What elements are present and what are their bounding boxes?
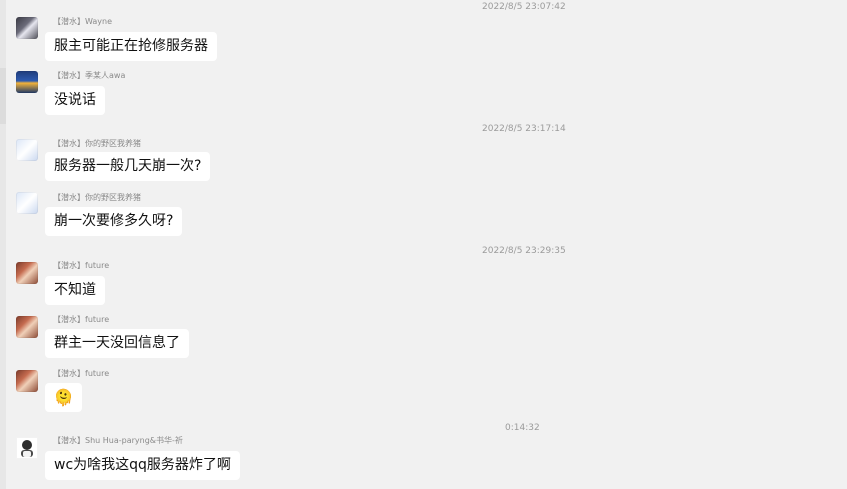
avatar[interactable] [16, 192, 38, 214]
message-bubble[interactable]: 群主一天没回信息了 [45, 329, 189, 358]
timestamp: 2022/8/5 23:07:42 [482, 2, 566, 12]
face-emoji-icon: 🫠 [53, 387, 74, 407]
message-bubble[interactable]: 服务器一般几天崩一次? [45, 152, 211, 181]
avatar[interactable] [16, 262, 38, 284]
message-bubble[interactable]: 没说话 [45, 86, 105, 115]
avatar[interactable] [16, 71, 38, 93]
message-bubble[interactable]: 不知道 [45, 276, 105, 305]
sender-name[interactable]: 【潜水】future [53, 314, 109, 325]
avatar[interactable] [16, 316, 38, 338]
timestamp: 2022/8/5 23:29:35 [482, 246, 566, 256]
sender-name[interactable]: 【潜水】季某人awa [53, 70, 125, 81]
sender-name[interactable]: 【潜水】Wayne [53, 16, 112, 27]
message-bubble[interactable]: 服主可能正在抢修服务器 [45, 32, 217, 61]
timestamp: 2022/8/5 23:17:14 [482, 124, 566, 134]
message-bubble[interactable]: wc为啥我这qq服务器炸了啊 [45, 451, 240, 480]
avatar[interactable] [16, 437, 38, 459]
timestamp: 0:14:32 [505, 423, 540, 433]
sender-name[interactable]: 【潜水】Shu Hua-paryng&书华-祈 [53, 435, 183, 446]
avatar[interactable] [16, 370, 38, 392]
message-bubble[interactable]: 崩一次要修多久呀? [45, 207, 183, 236]
chat-message-pane[interactable]: 2022/8/5 23:07:42 【潜水】Wayne 服主可能正在抢修服务器 … [0, 0, 847, 489]
sender-name[interactable]: 【潜水】future [53, 368, 109, 379]
avatar[interactable] [16, 17, 38, 39]
message-bubble[interactable]: 🫠 [45, 383, 82, 412]
left-panel-selection [0, 68, 6, 124]
sender-name[interactable]: 【潜水】你的野区我养猪 [53, 192, 141, 203]
sender-name[interactable]: 【潜水】future [53, 260, 109, 271]
avatar[interactable] [16, 139, 38, 161]
user-avatar-icon [21, 440, 33, 457]
sender-name[interactable]: 【潜水】你的野区我养猪 [53, 138, 141, 149]
